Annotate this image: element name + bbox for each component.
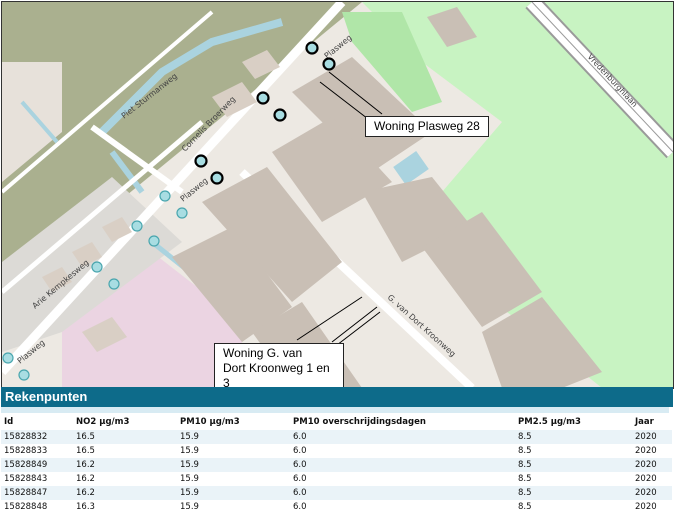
- cell-jaar: 2020: [632, 430, 672, 444]
- marker-selected-2[interactable]: [322, 57, 336, 71]
- cell-pm25: 8.5: [515, 458, 632, 472]
- cell-pm10-days: 6.0: [290, 458, 515, 472]
- cell-pm25: 8.5: [515, 444, 632, 458]
- cell-jaar: 2020: [632, 500, 672, 514]
- table-row[interactable]: 15828849 16.2 15.9 6.0 8.5 2020: [1, 458, 672, 472]
- marker-selected-3[interactable]: [256, 91, 270, 105]
- cell-jaar: 2020: [632, 458, 672, 472]
- table-row[interactable]: 15828848 16.3 15.9 6.0 8.5 2020: [1, 500, 672, 514]
- marker-selected-1[interactable]: [305, 41, 319, 55]
- callout-van-dort-kroonweg: Woning G. van Dort Kroonweg 1 en 3: [214, 343, 344, 389]
- cell-pm10-days: 6.0: [290, 472, 515, 486]
- cell-jaar: 2020: [632, 444, 672, 458]
- cell-pm10: 15.9: [177, 472, 290, 486]
- column-header-pm10: PM10 μg/m3: [180, 417, 240, 427]
- callout-van-dort-line2: Dort Kroonweg 1 en 3: [223, 361, 330, 389]
- cell-id: 15828849: [1, 458, 73, 472]
- cell-pm10: 15.9: [177, 430, 290, 444]
- map-canvas[interactable]: Piet Sturmanweg Cornelis Broerweg Plaswe…: [2, 2, 673, 388]
- column-header-pm10-days: PM10 overschrijdingsdagen: [293, 417, 426, 427]
- panel-title: Rekenpunten: [1, 387, 673, 407]
- marker-7[interactable]: [2, 352, 14, 364]
- marker-5[interactable]: [91, 261, 103, 273]
- marker-1[interactable]: [159, 190, 171, 202]
- column-header-id: Id: [4, 417, 14, 427]
- marker-4[interactable]: [148, 235, 160, 247]
- cell-pm10-days: 6.0: [290, 500, 515, 514]
- callout-plasweg-28: Woning Plasweg 28: [365, 116, 489, 137]
- cell-id: 15828833: [1, 444, 73, 458]
- marker-2[interactable]: [176, 207, 188, 219]
- cell-pm10-days: 6.0: [290, 486, 515, 500]
- cell-pm10-days: 6.0: [290, 430, 515, 444]
- cell-no2: 16.5: [73, 430, 177, 444]
- marker-selected-5[interactable]: [194, 154, 208, 168]
- cell-pm10-days: 6.0: [290, 444, 515, 458]
- table-row[interactable]: 15828833 16.5 15.9 6.0 8.5 2020: [1, 444, 672, 458]
- panel-subheader: [1, 407, 669, 413]
- rekenpunten-table: Id NO2 μg/m3 PM10 μg/m3 PM10 overschrijd…: [1, 414, 672, 514]
- column-header-jaar: Jaar: [635, 417, 654, 427]
- cell-pm10: 15.9: [177, 458, 290, 472]
- table-row[interactable]: 15828843 16.2 15.9 6.0 8.5 2020: [1, 472, 672, 486]
- marker-6[interactable]: [108, 278, 120, 290]
- cell-id: 15828847: [1, 486, 73, 500]
- cell-no2: 16.2: [73, 486, 177, 500]
- column-header-pm25: PM2.5 μg/m3: [518, 417, 581, 427]
- callout-van-dort-line1: Woning G. van: [223, 346, 303, 360]
- cell-no2: 16.2: [73, 472, 177, 486]
- cell-id: 15828843: [1, 472, 73, 486]
- cell-id: 15828832: [1, 430, 73, 444]
- marker-selected-6[interactable]: [210, 171, 224, 185]
- table-row[interactable]: 15828847 16.2 15.9 6.0 8.5 2020: [1, 486, 672, 500]
- map-view[interactable]: Piet Sturmanweg Cornelis Broerweg Plaswe…: [1, 1, 674, 389]
- table-row[interactable]: 15828832 16.5 15.9 6.0 8.5 2020: [1, 430, 672, 444]
- cell-pm10: 15.9: [177, 444, 290, 458]
- cell-pm10: 15.9: [177, 486, 290, 500]
- cell-no2: 16.2: [73, 458, 177, 472]
- cell-no2: 16.3: [73, 500, 177, 514]
- marker-8[interactable]: [18, 369, 30, 381]
- cell-pm10: 15.9: [177, 500, 290, 514]
- marker-selected-4[interactable]: [273, 108, 287, 122]
- table-header-row: Id NO2 μg/m3 PM10 μg/m3 PM10 overschrijd…: [1, 414, 672, 430]
- cell-jaar: 2020: [632, 472, 672, 486]
- cell-no2: 16.5: [73, 444, 177, 458]
- cell-jaar: 2020: [632, 486, 672, 500]
- cell-id: 15828848: [1, 500, 73, 514]
- cell-pm25: 8.5: [515, 430, 632, 444]
- column-header-no2: NO2 μg/m3: [76, 417, 130, 427]
- marker-3[interactable]: [131, 220, 143, 232]
- cell-pm25: 8.5: [515, 500, 632, 514]
- callout-plasweg-28-text: Woning Plasweg 28: [374, 119, 480, 133]
- cell-pm25: 8.5: [515, 486, 632, 500]
- cell-pm25: 8.5: [515, 472, 632, 486]
